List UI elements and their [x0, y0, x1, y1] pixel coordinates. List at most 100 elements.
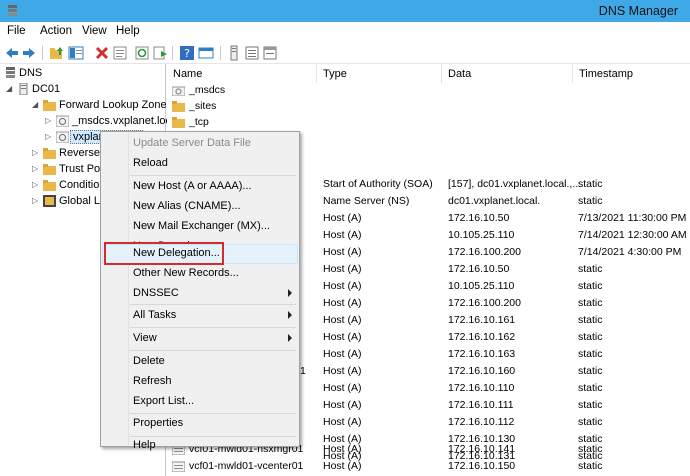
record-data: 172.16.100.200 [448, 246, 521, 258]
record-name: _tcp [189, 116, 209, 128]
record-data: 172.16.10.162 [448, 331, 516, 343]
menu-help[interactable]: Help [116, 25, 140, 37]
menu-item-new-alias[interactable]: New Alias (CNAME)... [102, 197, 298, 217]
forward-icon[interactable] [21, 45, 37, 61]
list-view-icon[interactable] [244, 45, 260, 61]
list-item[interactable]: _msdcs [167, 83, 690, 99]
menu-view[interactable]: View [82, 25, 107, 37]
tree-item-label: _msdcs.vxplanet.loca [72, 115, 178, 127]
context-menu: Update Server Data File Reload New Host … [100, 131, 300, 451]
expand-arrow-icon[interactable]: ▷ [32, 148, 38, 157]
server-icon[interactable] [226, 45, 242, 61]
tree-item-dc01[interactable]: ◢ DC01 [3, 82, 163, 98]
menu-separator [130, 175, 296, 176]
submenu-arrow-icon [288, 289, 292, 297]
record-type: Host (A) [323, 443, 362, 455]
menu-separator [130, 350, 296, 351]
column-header-timestamp[interactable]: Timestamp [573, 64, 690, 83]
menu-item-new-host[interactable]: New Host (A or AAAA)... [102, 177, 298, 197]
record-timestamp: static [578, 399, 603, 411]
tree-item-label: DNS [19, 67, 43, 79]
host-record-icon [172, 461, 185, 472]
tree-item-dns[interactable]: DNS [3, 66, 163, 82]
record-timestamp: static [578, 365, 603, 377]
folder-icon [172, 117, 185, 128]
menu-item-all-tasks[interactable]: All Tasks [102, 306, 298, 326]
menu-item-dnssec[interactable]: DNSSEC [102, 284, 298, 304]
record-timestamp: static [578, 314, 603, 326]
menu-bar: File Action View Help [0, 22, 690, 42]
up-folder-icon[interactable] [49, 45, 65, 61]
table-row[interactable]: vcf01-mwld01-vcenter01 Host (A) 172.16.1… [167, 459, 690, 475]
new-delegation-highlight [104, 242, 224, 265]
record-timestamp: static [578, 416, 603, 428]
menu-action[interactable]: Action [40, 25, 72, 37]
record-type: Host (A) [323, 416, 362, 428]
menu-item-view[interactable]: View [102, 329, 298, 349]
menu-item-properties[interactable]: Properties [102, 404, 298, 429]
column-header-data[interactable]: Data [442, 64, 573, 83]
record-timestamp: static [578, 297, 603, 309]
record-data: 172.16.100.200 [448, 297, 521, 309]
menu-item-delete[interactable]: Delete [102, 352, 298, 372]
record-timestamp: static [578, 263, 603, 275]
expand-arrow-icon[interactable]: ▷ [32, 164, 38, 173]
help-icon[interactable]: ? [179, 45, 195, 61]
collapse-arrow-icon[interactable]: ◢ [32, 100, 38, 109]
menu-item-help[interactable]: Help [102, 427, 298, 451]
expand-arrow-icon[interactable]: ▷ [45, 132, 51, 141]
menu-item-reload[interactable]: Reload [102, 154, 298, 174]
log-icon [43, 195, 56, 207]
tree-item-msdcs-zone[interactable]: ▷ _msdcs.vxplanet.loca [3, 114, 177, 130]
menu-item-update-server-data-file[interactable]: Update Server Data File [102, 134, 298, 154]
refresh-icon[interactable] [134, 45, 150, 61]
console-icon[interactable] [198, 45, 214, 61]
properties-icon[interactable] [112, 45, 128, 61]
tree-item-forward-lookup-zones[interactable]: ◢ Forward Lookup Zones [3, 98, 172, 114]
expand-arrow-icon[interactable]: ▷ [32, 196, 38, 205]
back-icon[interactable] [4, 45, 20, 61]
record-name: vcf01-mwld01-vcenter01 [189, 460, 304, 472]
list-item[interactable]: _sites [167, 99, 690, 115]
show-hide-tree-icon[interactable] [68, 45, 84, 61]
export-list-icon[interactable] [152, 45, 168, 61]
record-type: Name Server (NS) [323, 195, 410, 207]
collapse-arrow-icon[interactable]: ◢ [6, 84, 12, 93]
menu-item-label: View [133, 332, 157, 344]
record-data: 172.16.10.160 [448, 365, 516, 377]
tree-item-label: DC01 [32, 83, 61, 95]
folder-icon [172, 86, 185, 96]
menu-item-label: New Host (A or AAAA)... [133, 180, 252, 192]
zone-icon [56, 131, 69, 143]
record-timestamp: 7/14/2021 4:30:00 PM [578, 246, 682, 258]
menu-item-new-mail-exchanger[interactable]: New Mail Exchanger (MX)... [102, 217, 298, 237]
submenu-arrow-icon [288, 334, 292, 342]
expand-arrow-icon[interactable]: ▷ [32, 180, 38, 189]
record-timestamp: static [578, 331, 603, 343]
menu-item-label: DNSSEC [133, 287, 179, 299]
list-item[interactable]: _tcp [167, 115, 690, 131]
detail-view-icon[interactable] [262, 45, 278, 61]
record-data: 10.105.25.110 [448, 280, 515, 292]
menu-file[interactable]: File [7, 25, 26, 37]
zone-icon [56, 115, 69, 127]
folder-icon [43, 148, 56, 159]
delete-icon[interactable] [94, 45, 110, 61]
menu-item-label: Delete [133, 355, 165, 367]
record-type: Host (A) [323, 297, 362, 309]
record-type: Host (A) [323, 382, 362, 394]
menu-item-refresh[interactable]: Refresh [102, 372, 298, 392]
column-header-type[interactable]: Type [317, 64, 442, 83]
column-header-name[interactable]: Name [167, 64, 317, 83]
menu-item-label: Help [133, 439, 156, 451]
window-title: DNS Manager [598, 4, 678, 18]
record-timestamp: static [578, 443, 603, 455]
expand-arrow-icon[interactable]: ▷ [45, 116, 51, 125]
record-type: Host (A) [323, 280, 362, 292]
record-timestamp: static [578, 195, 603, 207]
record-timestamp: static [578, 382, 603, 394]
menu-item-other-new-records[interactable]: Other New Records... [102, 264, 298, 284]
folder-icon [43, 100, 56, 111]
menu-item-label: All Tasks [133, 309, 177, 321]
record-data: 172.16.10.111 [448, 399, 514, 411]
